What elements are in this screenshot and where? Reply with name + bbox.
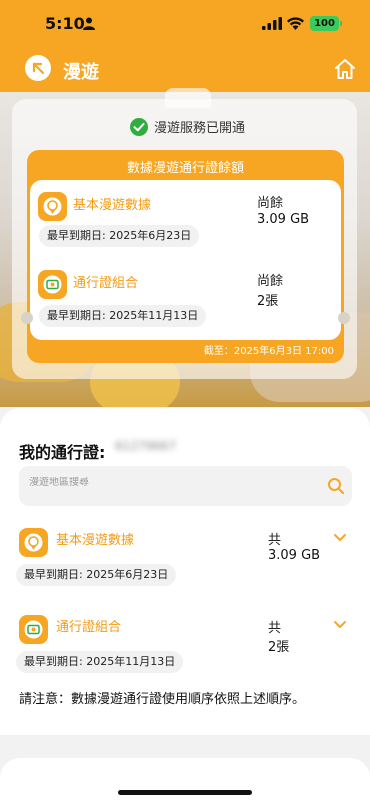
roaming-data-icon [19, 528, 48, 557]
service-status-text: 漫遊服務已開通 [154, 121, 246, 136]
battery-indicator: 100 [310, 16, 342, 31]
roaming-data-icon [38, 192, 67, 221]
region-search-input[interactable] [29, 477, 309, 488]
balance-expiry: 最早到期日: 2025年6月23日 [39, 225, 200, 247]
pass-total-value: 2張 [268, 640, 290, 655]
page-title: 漫遊 [63, 62, 99, 83]
pass-total-label: 共 [268, 533, 282, 548]
balance-remaining-label: 尚餘 [257, 196, 284, 211]
status-time: 5:10 [45, 14, 85, 33]
pass-expiry: 最早到期日: 2025年6月23日 [16, 564, 177, 586]
my-passes-section: 我的通行證: 61279667 基本漫遊數據 共 3.09 GB 最早到期日: … [0, 408, 370, 735]
chevron-down-icon[interactable] [333, 620, 347, 630]
balance-remaining-label: 尚餘 [257, 274, 284, 289]
balance-remaining-value: 3.09 GB [257, 212, 310, 227]
wifi-icon [287, 17, 304, 30]
status-bar: 5:10 100 [0, 0, 370, 48]
home-icon[interactable] [333, 57, 357, 81]
pass-bundle-icon [19, 615, 48, 644]
balance-as-of: 截至：2025年6月3日 17:00 [203, 346, 334, 357]
balance-expiry: 最早到期日: 2025年11月13日 [39, 305, 207, 327]
home-indicator[interactable] [118, 790, 252, 795]
cellular-signal-icon [262, 17, 282, 30]
check-circle-icon [130, 118, 148, 136]
balance-card-title: 數據漫遊通行證餘額 [126, 161, 244, 176]
pass-number: 61279667 [115, 439, 177, 453]
arrow-up-left-icon [32, 62, 45, 75]
pass-item-name[interactable]: 基本漫遊數據 [56, 529, 134, 548]
pass-balance-card: 數據漫遊通行證餘額 基本漫遊數據 尚餘 3.09 GB 最早到期日: 2025年… [21, 150, 350, 363]
balance-item-name: 基本漫遊數據 [73, 198, 152, 213]
balance-list: 基本漫遊數據 尚餘 3.09 GB 最早到期日: 2025年6月23日 通行證組… [30, 180, 341, 340]
pass-total-value: 3.09 GB [268, 548, 321, 563]
region-search-box[interactable] [19, 466, 352, 506]
pass-bundle-icon [38, 270, 67, 299]
person-icon [83, 17, 95, 30]
pass-item-name[interactable]: 通行證組合 [56, 616, 121, 635]
my-passes-title: 我的通行證: [19, 443, 106, 462]
usage-order-notice: 請注意：數據漫遊通行證使用順序依照上述順序。 [19, 692, 306, 707]
back-button[interactable] [25, 55, 51, 81]
app-header: 5:10 100 漫遊 [0, 0, 370, 92]
next-section-card [0, 758, 370, 802]
balance-item-name: 通行證組合 [73, 276, 139, 291]
search-icon[interactable] [327, 477, 345, 495]
chevron-down-icon[interactable] [333, 533, 347, 543]
pass-expiry: 最早到期日: 2025年11月13日 [16, 651, 184, 673]
pass-total-label: 共 [268, 621, 282, 636]
balance-remaining-value: 2張 [257, 294, 279, 309]
